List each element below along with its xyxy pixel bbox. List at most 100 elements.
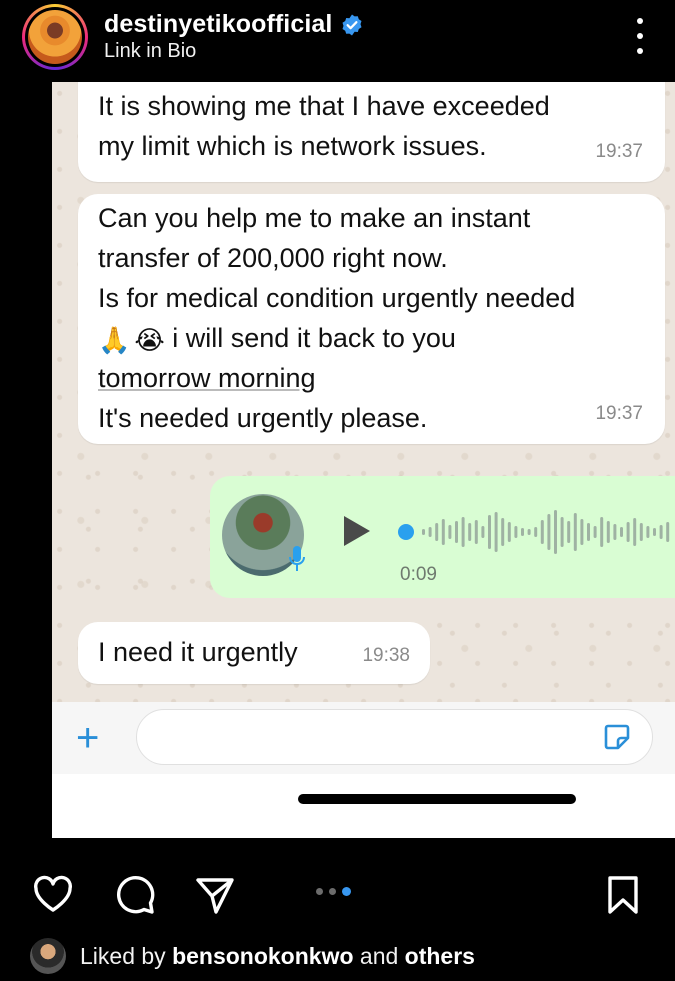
more-vertical-icon [637,18,643,24]
profile-avatar[interactable] [22,4,88,70]
playback-scrubber[interactable] [398,524,414,540]
message-line: Is for medical condition urgently needed [98,283,576,313]
waveform-bar [580,519,584,545]
waveform-bar [646,526,650,538]
waveform-bar [448,525,452,539]
username[interactable]: destinyetikoofficial [104,10,332,39]
username-row: destinyetikoofficial [104,10,364,39]
heart-icon[interactable] [30,872,76,918]
waveform-bar [626,522,630,542]
message-bubble: Can you help me to make an instant trans… [78,194,665,444]
likes-others[interactable]: others [405,943,475,969]
liker-avatar[interactable] [30,938,66,974]
message-line: tomorrow morning [98,363,316,393]
waveform-bar [606,521,610,543]
praying-hands-emoji: 🙏 [98,324,131,355]
waveform-bar [461,517,465,547]
message-time: 19:37 [595,403,643,424]
message-bubble: I need it urgently 19:38 [78,622,430,684]
waveform-bar [521,528,524,536]
message-text: Can you help me to make an instant trans… [78,194,665,438]
waveform-bar [587,523,590,541]
waveform-bar [554,510,557,554]
emoji-group: 🙏 😭 [98,327,165,353]
message-input[interactable] [136,709,653,765]
more-vertical-icon-dot [637,33,643,39]
waveform-bar [435,523,439,541]
waveform-bar [653,528,656,536]
message-line-with-emoji: 🙏 😭 i will send it back to you [98,318,645,358]
waveform-bar [540,520,544,544]
waveform-bar [633,518,637,546]
more-vertical-icon-dot [637,48,643,54]
waveform-bar [494,512,498,552]
chat-input-bar: + [52,702,675,774]
waveform-bar [441,519,445,545]
likes-prefix: Liked by [80,942,166,969]
plus-icon[interactable]: + [76,718,99,758]
waveform-bar [573,513,577,551]
carousel-dot-active [342,887,351,896]
likes-joiner: and [359,942,399,969]
message-text: It is showing me that I have exceeded my… [78,82,665,166]
waveform-bar [455,521,458,543]
link-in-bio[interactable]: Link in Bio [104,40,196,63]
waveform-bar [560,517,564,547]
waveform-bar [507,522,511,542]
post-header: destinyetikoofficial Link in Bio [0,0,675,82]
play-icon[interactable] [344,516,370,546]
message-line: transfer of 200,000 right now. [98,243,448,273]
message-line: my limit which is network issues. [98,131,487,161]
avatar-border [25,7,85,67]
waveform-bar [547,514,551,550]
verified-badge-icon [342,14,362,35]
more-options-button[interactable] [635,18,645,54]
waveform-bar [468,523,472,541]
carousel-dot [316,888,323,895]
waveform-bar [481,526,485,538]
post-actions [0,858,675,928]
message-bubble: It is showing me that I have exceeded my… [78,82,665,182]
waveform-bar [428,527,432,537]
waveform-bar [527,529,531,535]
waveform [422,510,670,554]
post-media[interactable]: It is showing me that I have exceeded my… [0,82,675,838]
message-line: It's needed urgently please. [98,403,428,433]
waveform-bar [639,523,643,541]
waveform-bar [600,517,604,547]
waveform-bar [474,520,478,544]
home-indicator-area [52,774,675,838]
waveform-bar [620,527,623,537]
message-time: 19:37 [595,141,643,162]
carousel-dot [329,888,336,895]
avatar-image [28,10,82,64]
comment-icon[interactable] [112,872,158,918]
message-time: 19:38 [362,645,410,666]
crying-face-emoji: 😭 [134,324,165,355]
waveform-bar [514,526,518,538]
waveform-bar [534,527,538,537]
waveform-bar [567,521,571,543]
waveform-bar [422,529,425,535]
voice-note-duration: 0:09 [400,564,437,585]
likes-summary[interactable]: Liked by bensonokonkwo and others [80,943,475,970]
voice-note-bubble: 0:09 [210,476,675,598]
liker-username[interactable]: bensonokonkwo [172,943,353,969]
home-indicator [298,794,576,804]
message-line: Can you help me to make an instant [98,203,531,233]
microphone-icon [289,546,305,571]
send-icon[interactable] [192,872,238,918]
bookmark-icon[interactable] [600,872,646,918]
waveform-bar [501,518,505,546]
waveform-bar [659,525,663,539]
waveform-bar [613,524,617,540]
waveform-bar [666,522,670,542]
message-line: i will send it back to you [172,323,456,353]
waveform-bar [593,526,597,538]
sticker-icon[interactable] [602,722,632,752]
carousel-indicator [316,887,351,896]
message-line: It is showing me that I have exceeded [98,91,550,121]
waveform-bar [488,515,491,549]
chat-screenshot: It is showing me that I have exceeded my… [52,82,675,702]
likes-row: Liked by bensonokonkwo and others [30,938,475,974]
